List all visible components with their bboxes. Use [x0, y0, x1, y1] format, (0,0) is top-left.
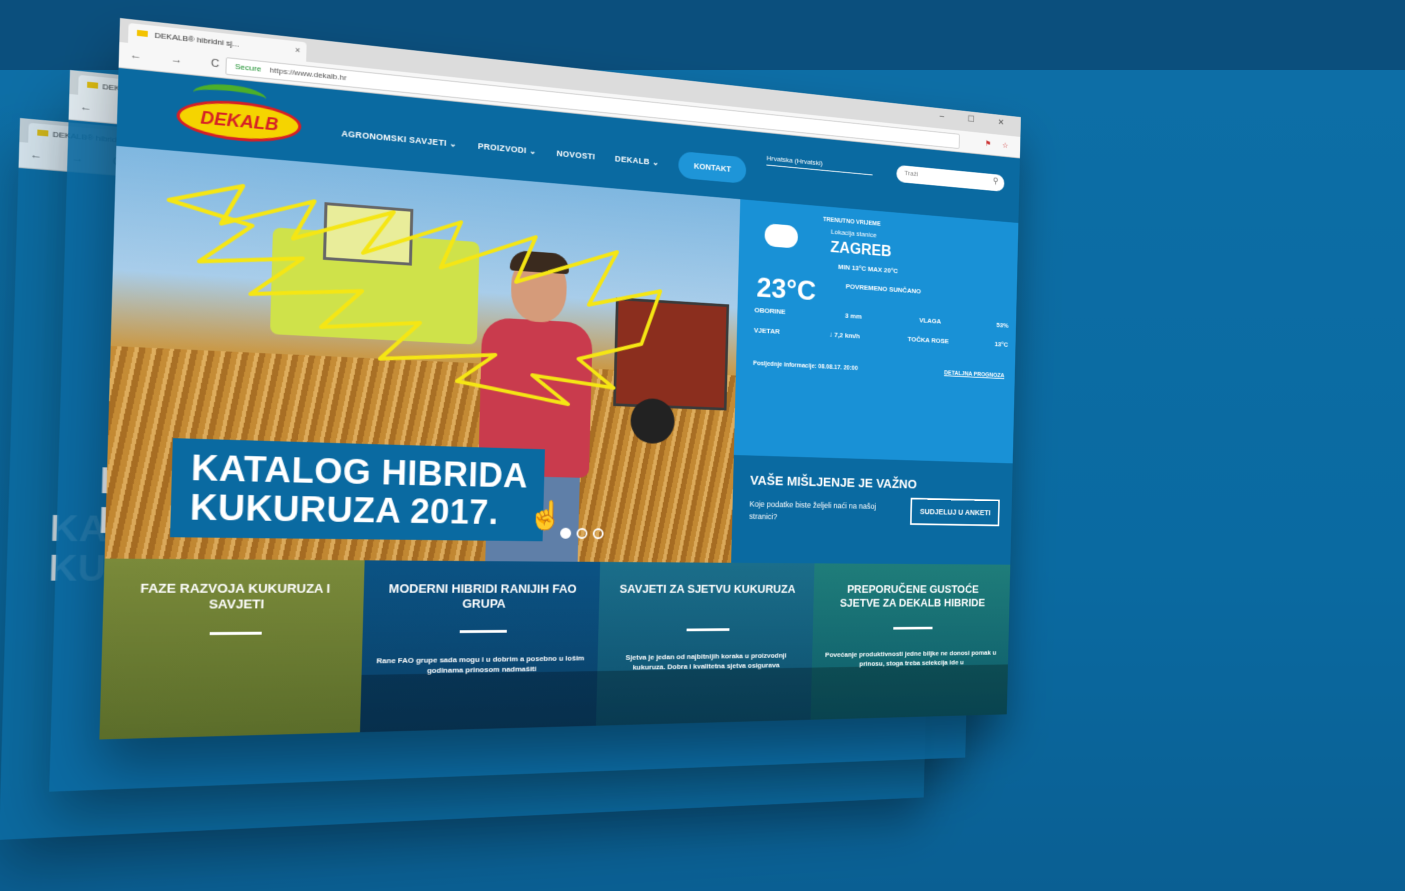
search-icon[interactable]: ⚲ [993, 177, 999, 187]
weather-row: OBORINE 3 mm VLAGA 53% [754, 306, 1008, 329]
weather-minmax: MIN 13°C MAX 20°C [838, 262, 899, 275]
menu-proizvodi[interactable]: PROIZVODI ⌄ [478, 141, 537, 157]
carousel-dots [560, 527, 604, 540]
weather-condition: POVREMENO SUNČANO [845, 282, 921, 296]
card-shadow [595, 667, 812, 726]
window-controls[interactable]: – ☐ ✕ [940, 112, 1015, 129]
carousel-dot-1[interactable] [560, 527, 572, 539]
weather-value: 53% [996, 321, 1009, 330]
weather-label: TRENUTNO VRIJEME [822, 216, 881, 228]
weather-temperature: 23°C [756, 270, 817, 307]
survey-button[interactable]: SUDJELUJ U ANKETI [910, 497, 1000, 527]
weather-value: 3 mm [844, 311, 862, 321]
secure-label: Secure [234, 61, 262, 74]
survey-box: VAŠE MIŠLJENJE JE VAŽNO Koje podatke bis… [731, 454, 1013, 565]
feature-cards: FAZE RAZVOJA KUKURUZA I SAVJETI MODERNI … [99, 558, 1011, 740]
contact-button[interactable]: KONTAKT [677, 151, 747, 184]
weather-location-label: Lokacija stanice [830, 227, 877, 240]
card-title: MODERNI HIBRIDI RANIJIH FAO GRUPA [388, 581, 577, 611]
hero-banner[interactable]: KATALOG HIBRIDA KUKURUZA 2017. ☝ [104, 145, 741, 563]
weather-key: TOČKA ROSE [907, 335, 949, 346]
url-text: https://www.dekalb.hr [269, 65, 347, 83]
card-divider [686, 628, 730, 632]
weather-row: VJETAR ↓ 7,2 km/h TOČKA ROSE 13°C [754, 326, 1008, 348]
weather-details-grid: OBORINE 3 mm VLAGA 53% VJETAR ↓ 7,2 km/h… [753, 306, 1009, 360]
search-input[interactable]: Traži ⚲ [896, 164, 1005, 192]
browser-stack: DEKALB® hibridni sj... ← → C ⌂ KATALOG H… [0, 0, 1405, 891]
carousel-dot-2[interactable] [576, 527, 588, 540]
weather-updated: Posljednje informacije: 08.08.17. 20:00 [752, 360, 858, 372]
card-divider [459, 629, 507, 634]
favicon-icon [37, 129, 49, 137]
favicon-icon [136, 29, 148, 37]
hero-title[interactable]: KATALOG HIBRIDA KUKURUZA 2017. [170, 438, 546, 542]
weather-details-link[interactable]: DETALJNA PROGNOZA [944, 370, 1004, 379]
card-moderni-hibridi[interactable]: MODERNI HIBRIDI RANIJIH FAO GRUPA Rane F… [359, 560, 601, 733]
scribble-graphic [153, 169, 698, 418]
hand-cursor-icon: ☝ [528, 500, 564, 532]
hero-title-line2: KUKURUZA 2017. [189, 487, 500, 532]
search-placeholder: Traži [904, 168, 919, 178]
survey-text: Koje podatke biste željeli naći na našoj… [749, 499, 877, 522]
card-gustoce-sjetve[interactable]: PREPORUČENE GUSTOĆE SJETVE ZA DEKALB HIB… [810, 563, 1011, 720]
weather-key: VLAGA [919, 316, 942, 326]
card-title: FAZE RAZVOJA KUKURUZA I SAVJETI [140, 580, 331, 612]
card-title: PREPORUČENE GUSTOĆE SJETVE ZA DEKALB HIB… [839, 582, 986, 610]
card-shadow [359, 671, 598, 733]
survey-title: VAŠE MIŠLJENJE JE VAŽNO [749, 473, 917, 492]
menu-novosti[interactable]: NOVOSTI [556, 149, 595, 162]
weather-value: 13°C [994, 340, 1009, 349]
region-select[interactable]: Hrvatska (Hrvatski) [766, 154, 873, 176]
partly-sunny-icon [764, 223, 799, 249]
weather-value: ↓ 7,2 km/h [828, 330, 861, 341]
weather-key: VJETAR [753, 326, 780, 336]
card-divider [209, 631, 262, 636]
website: DEKALB AGRONOMSKI SAVJETI ⌄ PROIZVODI ⌄ … [99, 67, 1020, 740]
card-divider [893, 626, 933, 630]
weather-city[interactable]: ZAGREB [830, 238, 891, 261]
menu-agronomski-savjeti[interactable]: AGRONOMSKI SAVJETI ⌄ [341, 128, 457, 149]
card-faze-razvoja[interactable]: FAZE RAZVOJA KUKURUZA I SAVJETI [99, 558, 365, 740]
weather-key: OBORINE [754, 306, 786, 316]
carousel-dot-3[interactable] [592, 528, 604, 540]
menu-dekalb[interactable]: DEKALB ⌄ [615, 154, 659, 168]
browser-window: DEKALB® hibridni sj... × – ☐ ✕ ← → C ⌂ S… [99, 18, 1021, 740]
card-shadow [810, 664, 1008, 720]
favicon-icon [87, 81, 99, 89]
weather-widget: TRENUTNO VRIJEME Lokacija stanice ZAGREB… [733, 199, 1019, 464]
dekalb-logo[interactable]: DEKALB [176, 95, 302, 147]
card-savjeti-sjetva[interactable]: SAVJETI ZA SJETVU KUKURUZA Sjetva je jed… [595, 561, 815, 726]
tab-close-icon[interactable]: × [295, 45, 301, 55]
card-title: SAVJETI ZA SJETVU KUKURUZA [619, 581, 796, 596]
url-icons[interactable]: ⚑ ☆ [985, 139, 1013, 151]
